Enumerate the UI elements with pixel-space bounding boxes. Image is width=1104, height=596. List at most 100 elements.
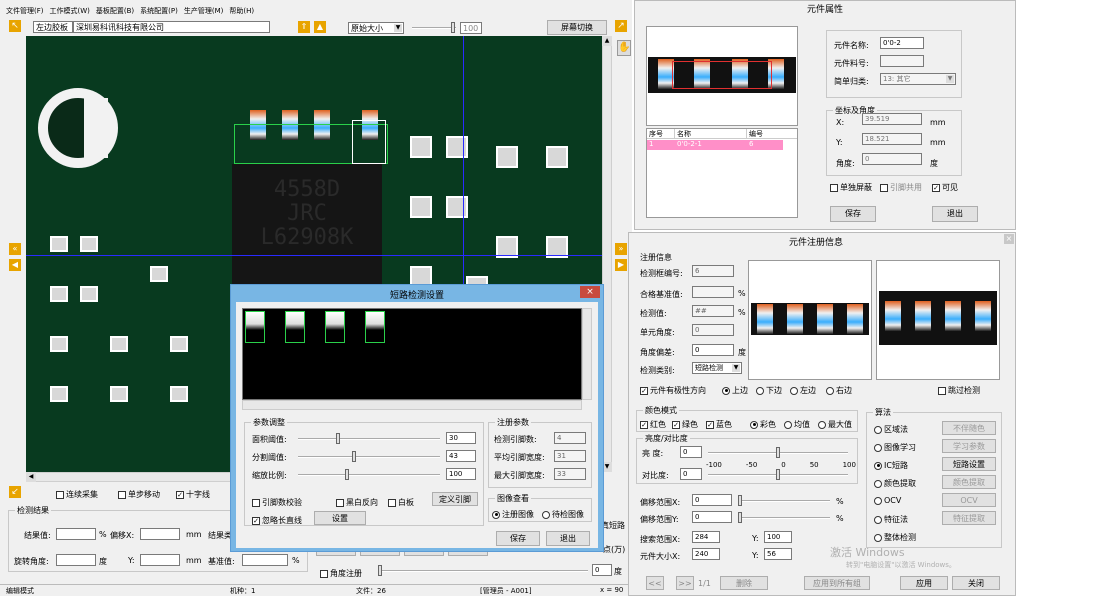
delete-button[interactable]: 删除 — [720, 576, 768, 590]
offy-slider-thumb[interactable] — [738, 512, 742, 523]
collapse-up-icon[interactable]: ⇑ — [298, 21, 310, 33]
search-y-field[interactable]: 100 — [764, 531, 792, 543]
algo-option[interactable]: 图像学习 — [874, 442, 916, 453]
algo-button[interactable]: OCV — [942, 493, 996, 507]
radio[interactable] — [826, 386, 834, 395]
menu-item[interactable]: 帮助(H) — [229, 6, 254, 18]
offx-slider[interactable] — [738, 500, 830, 502]
offx-slider-thumb[interactable] — [738, 495, 742, 506]
contrast-slider-thumb[interactable] — [776, 469, 780, 480]
checkbox[interactable] — [880, 183, 888, 192]
radio[interactable] — [818, 420, 826, 429]
check-shield[interactable]: 单独屏蔽 — [830, 182, 872, 193]
menu-item[interactable]: 基板配置(B) — [96, 6, 134, 18]
screen-switch-button[interactable]: 屏幕切换 — [547, 20, 607, 35]
props-exit-button[interactable]: 退出 — [932, 206, 978, 222]
option-single-step[interactable]: 单步移动 — [118, 489, 160, 500]
short-dialog-close-icon[interactable]: × — [580, 286, 600, 298]
param-slider-thumb[interactable] — [336, 433, 340, 444]
size-y-field[interactable]: 56 — [764, 548, 792, 560]
radio-selected[interactable] — [750, 420, 758, 429]
algo-option[interactable]: OCV — [874, 496, 901, 505]
mode-color[interactable]: 彩色 — [750, 419, 776, 430]
search-x-field[interactable]: 284 — [692, 531, 720, 543]
scroll-up-icon[interactable]: ▲ — [602, 36, 612, 46]
checkbox[interactable] — [938, 386, 946, 395]
arrow-upright-icon[interactable]: ↗ — [615, 20, 627, 32]
offx-field[interactable]: 0 — [692, 494, 732, 506]
algo-button[interactable]: 学习参数 — [942, 439, 996, 453]
offy-field[interactable]: 0 — [692, 511, 732, 523]
detect-box-selected[interactable] — [352, 120, 386, 164]
zoom-slider-thumb[interactable] — [451, 22, 455, 33]
apply-all-button[interactable]: 应用到所有组 — [804, 576, 870, 590]
short-exit-button[interactable]: 退出 — [546, 531, 590, 546]
checkbox-checked[interactable]: ✓ — [640, 386, 648, 395]
material-field[interactable] — [880, 55, 924, 67]
pass-field[interactable] — [692, 286, 734, 298]
scroll-left-icon[interactable]: ◀ — [26, 472, 36, 482]
dir-right[interactable]: 右边 — [826, 385, 852, 396]
double-right-icon[interactable]: » — [615, 243, 627, 255]
checkbox[interactable] — [320, 569, 328, 578]
apply-button[interactable]: 应用 — [900, 576, 948, 590]
radio[interactable] — [874, 533, 882, 542]
right-arrow-icon[interactable]: ▶ — [615, 259, 627, 271]
check-shared[interactable]: 引脚共用 — [880, 182, 922, 193]
menu-item[interactable]: 系统配置(P) — [140, 6, 178, 18]
short-hscroll[interactable] — [242, 400, 582, 410]
menu-item[interactable]: 工作模式(W) — [50, 6, 90, 18]
param-value[interactable]: 43 — [446, 450, 476, 462]
algo-button[interactable]: 颜色提取 — [942, 475, 996, 489]
param-value[interactable]: 30 — [446, 432, 476, 444]
checkbox-checked[interactable]: ✓ — [672, 420, 680, 429]
checkbox[interactable] — [252, 498, 260, 507]
short-save-button[interactable]: 保存 — [496, 531, 540, 546]
radio[interactable] — [790, 386, 798, 395]
bright-slider-thumb[interactable] — [776, 447, 780, 458]
checkbox[interactable] — [388, 498, 396, 507]
angle-reg-option[interactable]: 角度注册 — [320, 568, 362, 579]
color-blue[interactable]: ✓ 蓝色 — [706, 419, 732, 430]
offy-slider[interactable] — [738, 517, 830, 519]
table-row[interactable]: 1 0'0-2-1 6 — [647, 140, 783, 150]
algo-button[interactable]: 不伴随色 — [942, 421, 996, 435]
bright-field[interactable]: 0 — [680, 446, 702, 458]
view-registered[interactable]: 注册图像 — [492, 509, 534, 520]
angle-slider-thumb[interactable] — [378, 565, 382, 576]
nav-prev-button[interactable]: << — [646, 576, 664, 590]
algo-option[interactable]: 颜色提取 — [874, 478, 916, 489]
check-ignore-line[interactable]: ✓ 忽略长直线 — [252, 515, 302, 526]
angle-off-field[interactable]: 0 — [692, 344, 734, 356]
radio[interactable] — [784, 420, 792, 429]
radio-selected[interactable] — [492, 510, 500, 519]
y-field[interactable]: 18.521 — [862, 133, 922, 145]
type-select[interactable]: 短路检测 ▼ — [692, 362, 742, 374]
name-field[interactable]: 0'0-2 — [880, 37, 924, 49]
arrow-upleft-icon[interactable]: ↖ — [9, 20, 21, 32]
param-slider[interactable] — [298, 474, 440, 476]
check-visible[interactable]: ✓ 可见 — [932, 182, 958, 193]
option-crosshair[interactable]: ✓ 十字线 — [176, 489, 210, 500]
mode-max[interactable]: 最大值 — [818, 419, 852, 430]
color-red[interactable]: ✓ 红色 — [640, 419, 666, 430]
register-close-icon[interactable]: × — [1004, 234, 1014, 244]
double-left-icon[interactable]: « — [9, 243, 21, 255]
algo-option[interactable]: 特征法 — [874, 514, 908, 525]
param-value[interactable]: 100 — [446, 468, 476, 480]
angle-slider[interactable] — [378, 570, 588, 572]
dir-top[interactable]: 上边 — [722, 385, 748, 396]
detect-field[interactable]: ## — [692, 305, 734, 317]
set-button[interactable]: 设置 — [314, 511, 366, 525]
zoom-slider[interactable] — [412, 27, 456, 29]
angle-field[interactable]: 0 — [862, 153, 922, 165]
radio[interactable] — [874, 425, 882, 434]
view-inspect[interactable]: 待检图像 — [542, 509, 584, 520]
checkbox[interactable] — [830, 183, 838, 192]
checkbox-checked[interactable]: ✓ — [640, 420, 648, 429]
param-slider[interactable] — [298, 438, 440, 440]
algo-option[interactable]: 整体检测 — [874, 532, 916, 543]
param-slider-thumb[interactable] — [345, 469, 349, 480]
check-white[interactable]: 白板 — [388, 497, 414, 508]
up-arrow-icon[interactable]: ▲ — [314, 21, 326, 33]
